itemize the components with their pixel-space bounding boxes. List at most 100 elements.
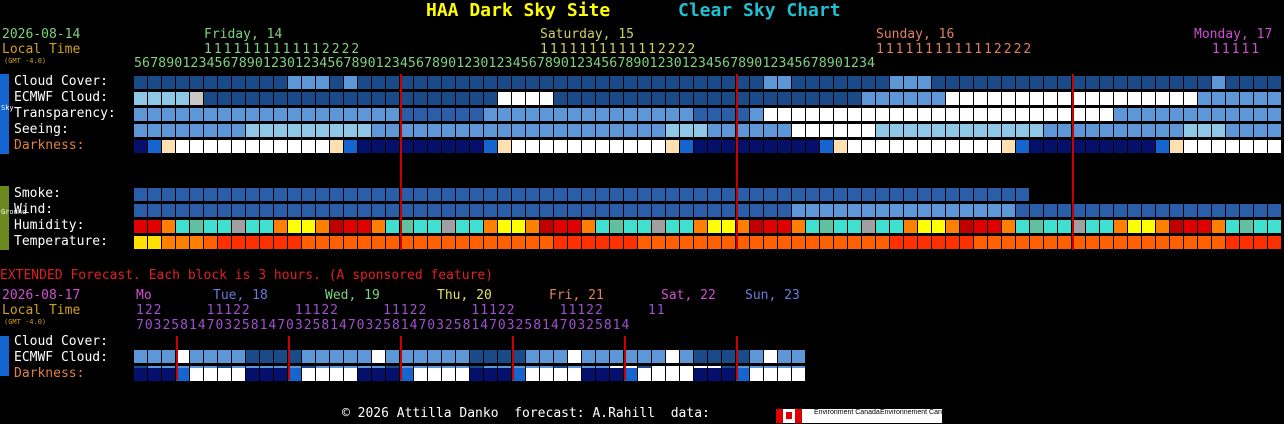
transparency-block[interactable] (414, 108, 427, 121)
humidity-block[interactable] (624, 220, 637, 233)
ext-darkness-block[interactable] (680, 368, 693, 381)
ext-darkness-block[interactable] (246, 368, 259, 381)
ext-cloud-block[interactable] (344, 350, 357, 363)
temperature-block[interactable] (624, 236, 637, 249)
temperature-block[interactable] (806, 236, 819, 249)
temperature-block[interactable] (456, 236, 469, 249)
ecmwf-cloud-block[interactable] (1100, 92, 1113, 105)
wind-block[interactable] (428, 204, 441, 217)
darkness-block[interactable] (1156, 140, 1169, 153)
wind-block[interactable] (1184, 204, 1197, 217)
humidity-block[interactable] (190, 220, 203, 233)
temperature-block[interactable] (1268, 236, 1281, 249)
smoke-block[interactable] (960, 188, 973, 201)
transparency-block[interactable] (330, 108, 343, 121)
humidity-block[interactable] (288, 220, 301, 233)
humidity-block[interactable] (1002, 220, 1015, 233)
transparency-block[interactable] (722, 108, 735, 121)
temperature-block[interactable] (512, 236, 525, 249)
transparency-block[interactable] (428, 108, 441, 121)
temperature-block[interactable] (694, 236, 707, 249)
label-smoke[interactable]: Smoke: (14, 186, 61, 202)
seeing-block[interactable] (834, 124, 847, 137)
darkness-block[interactable] (1254, 140, 1267, 153)
cloud-cover-block[interactable] (470, 76, 483, 89)
cloud-cover-block[interactable] (232, 76, 245, 89)
cloud-cover-block[interactable] (918, 76, 931, 89)
ecmwf-cloud-block[interactable] (680, 92, 693, 105)
transparency-block[interactable] (638, 108, 651, 121)
humidity-block[interactable] (442, 220, 455, 233)
seeing-block[interactable] (372, 124, 385, 137)
temperature-block[interactable] (470, 236, 483, 249)
smoke-block[interactable] (428, 188, 441, 201)
ext-darkness-block[interactable] (134, 368, 147, 381)
seeing-block[interactable] (890, 124, 903, 137)
humidity-block[interactable] (162, 220, 175, 233)
temperature-block[interactable] (582, 236, 595, 249)
seeing-block[interactable] (1114, 124, 1127, 137)
humidity-block[interactable] (708, 220, 721, 233)
ext-cloud-block[interactable] (470, 350, 483, 363)
humidity-block[interactable] (764, 220, 777, 233)
darkness-block[interactable] (512, 140, 525, 153)
site-title[interactable]: HAA Dark Sky Site (426, 0, 610, 22)
seeing-block[interactable] (960, 124, 973, 137)
darkness-block[interactable] (526, 140, 539, 153)
temperature-block[interactable] (274, 236, 287, 249)
transparency-block[interactable] (134, 108, 147, 121)
smoke-block[interactable] (582, 188, 595, 201)
darkness-block[interactable] (862, 140, 875, 153)
temperature-block[interactable] (722, 236, 735, 249)
ext-cloud-block[interactable] (414, 350, 427, 363)
ext-cloud-block[interactable] (652, 350, 665, 363)
cloud-cover-block[interactable] (806, 76, 819, 89)
seeing-block[interactable] (302, 124, 315, 137)
ecmwf-cloud-block[interactable] (988, 92, 1001, 105)
darkness-block[interactable] (274, 140, 287, 153)
ext-cloud-block[interactable] (456, 350, 469, 363)
seeing-block[interactable] (1086, 124, 1099, 137)
transparency-block[interactable] (540, 108, 553, 121)
label-transparency[interactable]: Transparency: (14, 106, 116, 122)
humidity-block[interactable] (778, 220, 791, 233)
darkness-block[interactable] (1058, 140, 1071, 153)
ext-darkness-block[interactable] (764, 368, 777, 381)
temperature-block[interactable] (848, 236, 861, 249)
smoke-block[interactable] (834, 188, 847, 201)
ecmwf-cloud-block[interactable] (134, 92, 147, 105)
humidity-block[interactable] (862, 220, 875, 233)
seeing-block[interactable] (414, 124, 427, 137)
seeing-block[interactable] (582, 124, 595, 137)
cloud-cover-block[interactable] (1128, 76, 1141, 89)
transparency-block[interactable] (204, 108, 217, 121)
humidity-block[interactable] (414, 220, 427, 233)
ecmwf-cloud-block[interactable] (932, 92, 945, 105)
humidity-block[interactable] (946, 220, 959, 233)
transparency-block[interactable] (498, 108, 511, 121)
temperature-block[interactable] (204, 236, 217, 249)
cloud-cover-block[interactable] (330, 76, 343, 89)
wind-block[interactable] (610, 204, 623, 217)
ext-cloud-block[interactable] (526, 350, 539, 363)
humidity-block[interactable] (512, 220, 525, 233)
ecmwf-cloud-block[interactable] (190, 92, 203, 105)
ecmwf-cloud-block[interactable] (456, 92, 469, 105)
humidity-block[interactable] (554, 220, 567, 233)
wind-block[interactable] (1156, 204, 1169, 217)
temperature-block[interactable] (1002, 236, 1015, 249)
ext-cloud-block[interactable] (694, 350, 707, 363)
seeing-block[interactable] (358, 124, 371, 137)
humidity-block[interactable] (540, 220, 553, 233)
seeing-block[interactable] (876, 124, 889, 137)
smoke-block[interactable] (442, 188, 455, 201)
temperature-block[interactable] (148, 236, 161, 249)
humidity-block[interactable] (428, 220, 441, 233)
darkness-block[interactable] (806, 140, 819, 153)
wind-block[interactable] (1044, 204, 1057, 217)
transparency-block[interactable] (1030, 108, 1043, 121)
humidity-block[interactable] (1100, 220, 1113, 233)
cloud-cover-block[interactable] (358, 76, 371, 89)
ecmwf-cloud-block[interactable] (288, 92, 301, 105)
label-humidity[interactable]: Humidity: (14, 218, 84, 234)
